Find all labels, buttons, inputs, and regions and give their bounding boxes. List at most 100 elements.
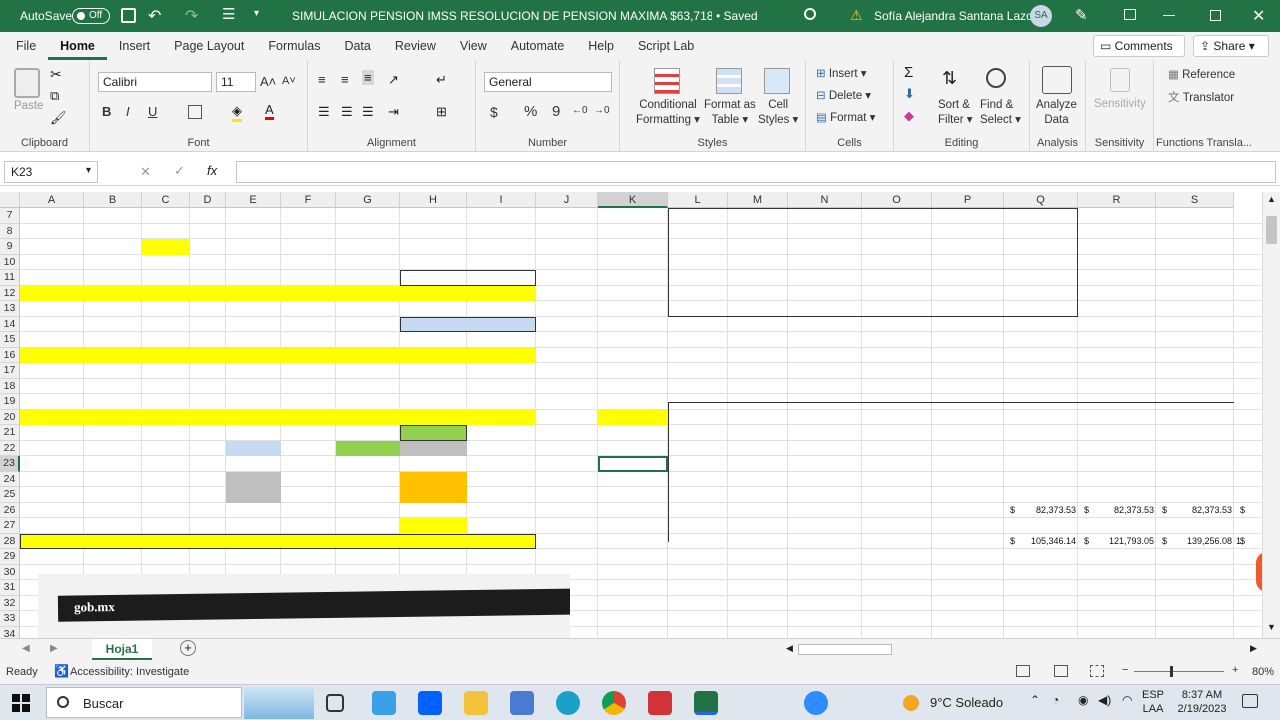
upper-cell-p12[interactable] xyxy=(932,286,1004,302)
upper-cell-n12[interactable] xyxy=(788,286,862,302)
cell-c13[interactable] xyxy=(142,301,190,317)
cell-f7[interactable] xyxy=(281,208,400,224)
uma-value[interactable] xyxy=(1078,441,1156,457)
upper-cell-q13[interactable] xyxy=(1004,301,1078,317)
cell-c24[interactable] xyxy=(142,472,190,488)
cell-a17[interactable] xyxy=(20,363,142,379)
tab-formulas[interactable]: Formulas xyxy=(256,32,332,60)
upper-cell-n10[interactable] xyxy=(788,255,862,271)
row-header-24[interactable]: 24 xyxy=(0,471,20,487)
cell-h25[interactable] xyxy=(400,487,467,503)
upper-cell-p11[interactable] xyxy=(932,270,1004,286)
fill-color-icon[interactable]: ◈ xyxy=(232,103,242,122)
translator-button[interactable]: 文 Translator xyxy=(1168,89,1234,105)
cell-a22[interactable] xyxy=(20,441,226,457)
cell-c8[interactable] xyxy=(142,224,190,240)
tab-help[interactable]: Help xyxy=(576,32,626,60)
cell-a28[interactable] xyxy=(20,534,190,550)
centro-value[interactable]: 82,373.53 xyxy=(1156,503,1234,519)
meet-icon[interactable]: ◉ xyxy=(1078,693,1088,707)
column-header-l[interactable]: L xyxy=(668,192,728,208)
column-header-f[interactable]: F xyxy=(281,192,336,208)
hscroll-right-icon[interactable]: ▶ xyxy=(1250,643,1257,654)
row-header-23[interactable]: 23 xyxy=(0,456,20,472)
page-break-view-icon[interactable] xyxy=(1090,665,1104,677)
cell-i18[interactable] xyxy=(467,379,767,395)
uma-value[interactable] xyxy=(862,441,932,457)
row-header-22[interactable]: 22 xyxy=(0,440,20,456)
upper-cell-m7[interactable] xyxy=(728,208,788,224)
share-button[interactable]: ⇪ Share ▾ xyxy=(1193,35,1269,57)
upper-cell-l10[interactable] xyxy=(668,255,728,271)
uma-value[interactable] xyxy=(1004,441,1078,457)
ribbon-display-icon[interactable] xyxy=(1124,9,1136,20)
copy-icon[interactable]: ⧉ xyxy=(50,88,59,104)
column-header-j[interactable]: J xyxy=(536,192,598,208)
cell-f9[interactable] xyxy=(281,239,400,255)
analyze-data-button[interactable]: Analyze Data xyxy=(1036,98,1077,128)
row-header-27[interactable]: 27 xyxy=(0,518,20,534)
zoom-slider[interactable] xyxy=(1134,666,1224,677)
align-middle-icon[interactable]: ≡ xyxy=(341,72,349,87)
delete-cells-button[interactable]: ⊟ Delete ▾ xyxy=(816,88,871,102)
column-header-e[interactable]: E xyxy=(226,192,281,208)
cell-g20[interactable] xyxy=(336,410,400,426)
cell-h24[interactable] xyxy=(400,472,467,488)
cell-i14[interactable] xyxy=(467,317,767,333)
select-all-corner[interactable] xyxy=(0,192,20,208)
tab-script-lab[interactable]: Script Lab xyxy=(626,32,706,60)
infl-value[interactable] xyxy=(862,425,932,441)
increase-decimal-icon[interactable]: ←0 xyxy=(572,105,588,116)
cell-e14[interactable] xyxy=(226,317,281,333)
cell-g22[interactable] xyxy=(336,441,400,457)
insert-cells-button[interactable]: ⊞ Insert ▾ xyxy=(816,66,867,80)
font-family-select[interactable]: Calibri xyxy=(98,72,212,92)
cell-a10[interactable] xyxy=(20,255,281,271)
cell-h27[interactable] xyxy=(400,518,467,534)
sensitivity-icon[interactable] xyxy=(1110,68,1130,92)
cell-a23[interactable] xyxy=(20,456,320,472)
cell-styles-button[interactable]: Cell Styles ▾ xyxy=(758,98,798,128)
prev-sheet-icon[interactable]: ◀ xyxy=(22,643,30,654)
column-header-k[interactable]: K xyxy=(598,192,668,208)
year-header-2024[interactable] xyxy=(1078,410,1156,426)
upper-cell-s8[interactable] xyxy=(1156,224,1234,240)
borders-icon[interactable] xyxy=(188,105,202,119)
cell-c18[interactable] xyxy=(142,379,190,395)
centro-value[interactable]: $ xyxy=(1238,503,1248,519)
qat-dropdown-icon[interactable]: ▾ xyxy=(254,8,259,19)
cell-c11[interactable] xyxy=(142,270,190,286)
row-header-21[interactable]: 21 xyxy=(0,425,20,441)
cell-g21[interactable] xyxy=(336,425,400,441)
upper-cell-l7[interactable] xyxy=(668,208,728,224)
column-header-h[interactable]: H xyxy=(400,192,467,208)
align-top-icon[interactable]: ≡ xyxy=(318,72,326,87)
upper-cell-l11[interactable] xyxy=(668,270,728,286)
conditional-formatting-icon[interactable] xyxy=(654,68,680,94)
upper-cell-m11[interactable] xyxy=(728,270,788,286)
sheet-tab-hoja1[interactable]: Hoja1 xyxy=(92,639,152,660)
font-size-select[interactable]: 11 xyxy=(216,72,256,92)
cell-h26[interactable] xyxy=(400,503,467,519)
cell-c19[interactable] xyxy=(142,394,190,410)
cell-g16[interactable] xyxy=(336,348,400,364)
clear-icon[interactable]: ◆ xyxy=(904,108,914,124)
upper-cell-p7[interactable] xyxy=(932,208,1004,224)
task-view-icon[interactable] xyxy=(326,694,344,712)
cell-d27[interactable] xyxy=(190,518,226,534)
cell-a16[interactable] xyxy=(20,348,336,364)
network-icon[interactable]: ◔ xyxy=(1052,693,1059,707)
upper-cell-q10[interactable] xyxy=(1004,255,1078,271)
upper-cell-o9[interactable] xyxy=(862,239,932,255)
infl-label[interactable] xyxy=(668,425,808,441)
cell-a27[interactable] xyxy=(20,518,190,534)
tab-data[interactable]: Data xyxy=(332,32,382,60)
upper-cell-o7[interactable] xyxy=(862,208,932,224)
row-header-33[interactable]: 33 xyxy=(0,611,20,627)
decrease-font-icon[interactable]: A˅ xyxy=(282,75,296,87)
upper-cell-q11[interactable] xyxy=(1004,270,1078,286)
cell-e24[interactable] xyxy=(226,472,281,488)
cell-c21[interactable] xyxy=(142,425,190,441)
store-icon[interactable] xyxy=(372,691,396,715)
cell-h20[interactable] xyxy=(400,410,467,426)
